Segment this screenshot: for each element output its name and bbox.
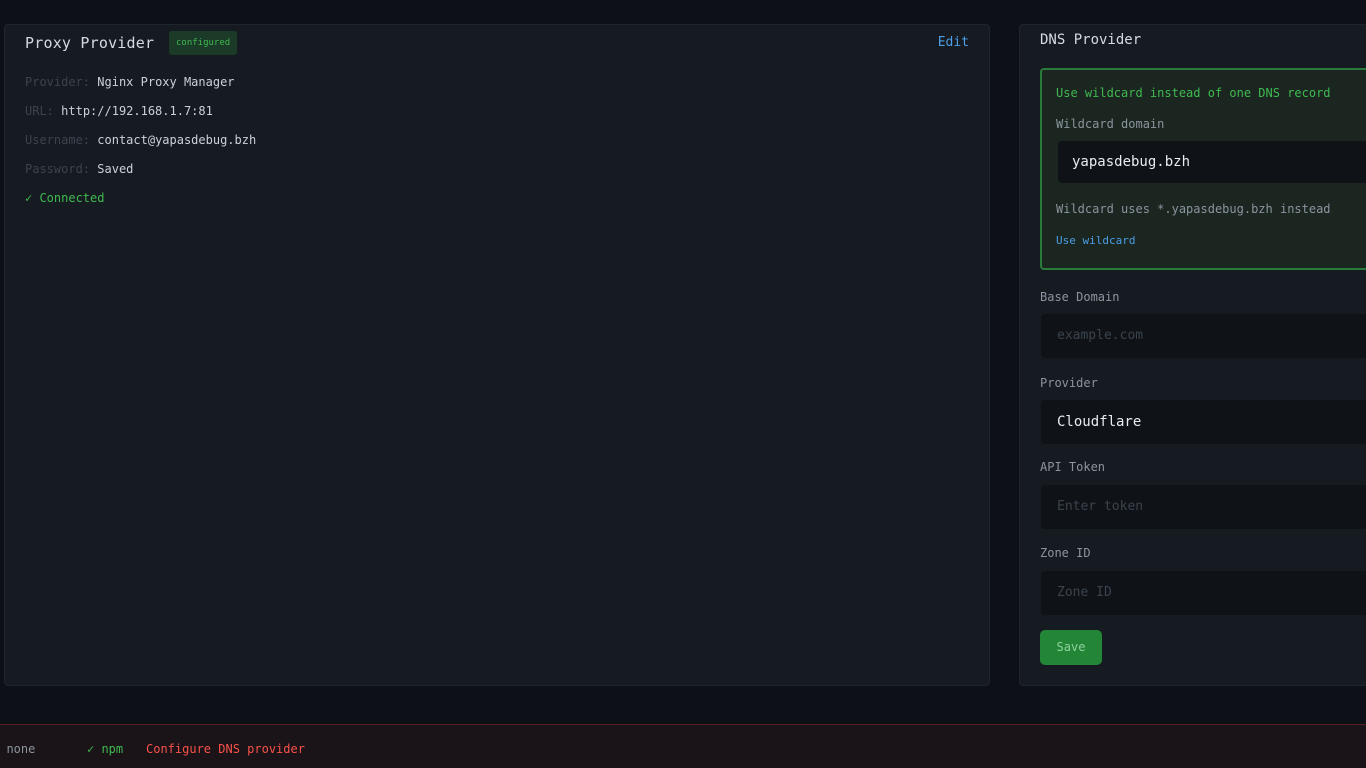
status-configure-dns[interactable]: Configure DNS provider bbox=[146, 742, 305, 756]
provider-selected-value: Cloudflare bbox=[1057, 414, 1142, 430]
wildcard-box: Use wildcard instead of one DNS record W… bbox=[1040, 68, 1366, 270]
url-row: URL: http://192.168.1.7:81 bbox=[25, 104, 213, 118]
save-button[interactable]: Save bbox=[1040, 630, 1102, 665]
connection-status: ✓ Connected bbox=[25, 191, 105, 205]
wildcard-domain-input[interactable]: yapasdebug.bzh bbox=[1058, 141, 1366, 183]
status-bar: → none ✓ npm Configure DNS provider bbox=[0, 724, 1366, 768]
use-wildcard-checkbox-label[interactable]: Use wildcard instead of one DNS record bbox=[1056, 86, 1331, 100]
url-key: URL: bbox=[25, 104, 54, 118]
app-root: Proxy Provider configured Edit Provider:… bbox=[0, 0, 1366, 768]
provider-label: Provider bbox=[1040, 376, 1098, 390]
provider-row: Provider: Nginx Proxy Manager bbox=[25, 75, 235, 89]
provider-key: Provider: bbox=[25, 75, 91, 89]
base-domain-input[interactable]: example.com bbox=[1041, 314, 1366, 358]
use-wildcard-link[interactable]: Use wildcard bbox=[1056, 234, 1135, 247]
dns-provider-panel: DNS Provider Use wildcard instead of one… bbox=[1019, 24, 1366, 686]
configured-badge: configured bbox=[169, 31, 238, 55]
proxy-provider-panel: Proxy Provider configured Edit Provider:… bbox=[4, 24, 990, 686]
password-value: Saved bbox=[97, 162, 134, 176]
status-npm: ✓ npm bbox=[87, 742, 124, 756]
url-value: http://192.168.1.7:81 bbox=[61, 104, 213, 118]
username-value: contact@yapasdebug.bzh bbox=[97, 133, 257, 147]
api-token-input[interactable]: Enter token bbox=[1041, 485, 1366, 529]
dns-provider-title: DNS Provider bbox=[1040, 32, 1142, 48]
edit-proxy-link[interactable]: Edit bbox=[938, 35, 969, 50]
status-none: → none bbox=[0, 742, 36, 756]
wildcard-domain-label: Wildcard domain bbox=[1056, 117, 1165, 131]
provider-value: Nginx Proxy Manager bbox=[97, 75, 235, 89]
proxy-provider-title: Proxy Provider bbox=[25, 34, 155, 52]
api-token-placeholder: Enter token bbox=[1057, 499, 1144, 514]
base-domain-placeholder: example.com bbox=[1057, 328, 1144, 343]
base-domain-label: Base Domain bbox=[1040, 290, 1120, 304]
zone-id-label: Zone ID bbox=[1040, 546, 1091, 560]
password-key: Password: bbox=[25, 162, 91, 176]
api-token-label: API Token bbox=[1040, 460, 1106, 474]
zone-id-placeholder: Zone ID bbox=[1057, 585, 1112, 600]
username-key: Username: bbox=[25, 133, 91, 147]
zone-id-input[interactable]: Zone ID bbox=[1041, 571, 1366, 615]
wildcard-note: Wildcard uses *.yapasdebug.bzh instead bbox=[1056, 202, 1331, 216]
provider-select[interactable]: Cloudflare bbox=[1041, 400, 1366, 444]
username-row: Username: contact@yapasdebug.bzh bbox=[25, 133, 256, 147]
password-row: Password: Saved bbox=[25, 162, 133, 176]
